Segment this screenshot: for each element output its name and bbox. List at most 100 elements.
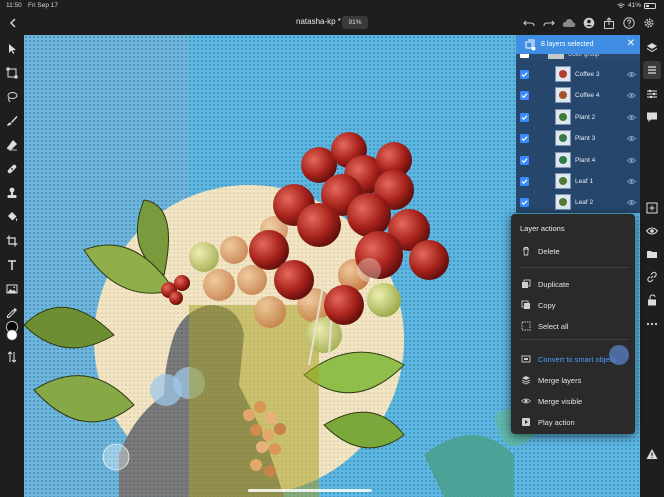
image-icon [6, 284, 18, 294]
comment-icon [647, 112, 657, 122]
layer-checkbox[interactable] [520, 91, 529, 101]
layer-checkbox[interactable] [520, 134, 529, 144]
action-label: Delete [538, 247, 560, 256]
list-view-icon [648, 66, 656, 74]
brush-tool[interactable] [5, 114, 19, 128]
action-play-action[interactable]: Play action [511, 413, 635, 431]
layer-name: Plant 3 [575, 135, 596, 143]
merge-visible-icon [521, 398, 531, 404]
add-layer-button[interactable] [645, 201, 659, 215]
layer-row[interactable]: Coffee 3 [516, 64, 640, 85]
warning-button[interactable] [645, 447, 659, 461]
eye-icon[interactable] [627, 134, 636, 143]
more-button[interactable] [645, 317, 659, 331]
layers-toggle[interactable] [645, 41, 659, 55]
comments-button[interactable] [645, 110, 659, 124]
move-tool[interactable] [5, 42, 19, 56]
layer-checkbox[interactable] [520, 177, 529, 186]
layer-name: Leaf 1 [575, 178, 594, 185]
unlock-icon [648, 294, 656, 306]
layer-checkbox[interactable] [520, 198, 529, 208]
cloud-button[interactable] [562, 16, 576, 30]
swap-icon [7, 351, 17, 363]
top-bar: natasha-kp * 91% [0, 11, 664, 35]
transform-tool[interactable] [5, 66, 19, 80]
lasso-tool[interactable] [5, 90, 19, 104]
eyedropper-tool[interactable] [5, 306, 19, 320]
document-title[interactable]: natasha-kp * [296, 17, 341, 26]
layer-thumbnail [555, 66, 571, 82]
action-delete[interactable]: Delete [511, 242, 635, 260]
undo-icon [523, 20, 535, 27]
zoom-level[interactable]: 91% [342, 16, 368, 29]
layer-checkbox[interactable] [520, 155, 529, 165]
lock-button[interactable] [645, 293, 659, 307]
touch-indicator [609, 345, 629, 365]
top-right-actions [522, 16, 656, 30]
checkmark-icon [521, 93, 528, 99]
duplicate-icon [522, 279, 531, 288]
close-icon[interactable]: ✕ [627, 38, 635, 50]
help-button[interactable] [622, 16, 636, 30]
crop-tool[interactable] [5, 234, 19, 248]
action-label: Merge layers [538, 376, 582, 385]
layer-actions-popover: Layer actions Delete Duplicate Copy Select … [511, 214, 635, 434]
layer-row[interactable]: Plant 3 [516, 128, 640, 149]
properties-button[interactable] [645, 87, 659, 101]
layer-row[interactable]: Plant 2 [516, 107, 640, 128]
action-label: Merge visible [538, 397, 583, 406]
mask-button[interactable] [645, 247, 659, 261]
action-merge-visible[interactable]: Merge visible [511, 392, 635, 410]
tool-bar [0, 35, 24, 497]
layer-checkbox[interactable] [520, 70, 529, 79]
layers-icon [646, 43, 658, 53]
eye-icon[interactable] [627, 156, 636, 165]
action-label: Duplicate [538, 280, 570, 289]
visibility-button[interactable] [645, 224, 659, 238]
back-button[interactable] [6, 16, 20, 30]
invite-button[interactable] [582, 16, 596, 30]
brush-icon [7, 116, 18, 126]
layer-row[interactable]: Leaf 2 [516, 192, 640, 213]
eye-icon[interactable] [627, 113, 636, 122]
action-merge-layers[interactable]: Merge layers [511, 371, 635, 389]
type-tool[interactable] [5, 258, 19, 272]
battery-percent: 41% [627, 2, 641, 9]
layer-list-view[interactable] [643, 61, 661, 79]
share-button[interactable] [602, 16, 616, 30]
swap-colors-button[interactable] [5, 350, 19, 364]
layer-row[interactable]: Plant 4 [516, 150, 640, 171]
layer-row[interactable]: Coffee 4 [516, 85, 640, 106]
link-button[interactable] [645, 270, 659, 284]
layer-thumbnail [555, 87, 571, 104]
action-label: Select all [538, 322, 569, 331]
layer-row[interactable]: Leaf 1 [516, 171, 640, 192]
redo-button[interactable] [542, 16, 556, 30]
sliders-icon [647, 89, 657, 99]
eye-icon[interactable] [627, 91, 636, 100]
popover-title: Layer actions [520, 224, 565, 233]
more-dots-icon [646, 322, 658, 326]
layer-name: Plant 2 [575, 113, 596, 121]
layer-checkbox[interactable] [520, 112, 529, 122]
action-select-all[interactable]: Select all [511, 317, 635, 335]
eye-icon[interactable] [627, 198, 636, 207]
eye-icon[interactable] [627, 70, 636, 79]
paint-bucket-tool[interactable] [5, 210, 19, 224]
layer-thumbnail [555, 130, 571, 147]
action-duplicate[interactable]: Duplicate [511, 275, 635, 293]
healing-tool[interactable] [5, 162, 19, 176]
checkmark-icon [521, 72, 528, 78]
place-image-tool[interactable] [5, 282, 19, 296]
clone-stamp-tool[interactable] [5, 186, 19, 200]
eye-icon[interactable] [627, 177, 636, 186]
action-copy[interactable]: Copy [511, 296, 635, 314]
redo-icon [543, 20, 555, 27]
menu-divider [520, 267, 630, 268]
settings-button[interactable] [642, 16, 656, 30]
eraser-tool[interactable] [5, 138, 19, 152]
undo-button[interactable] [522, 16, 536, 30]
link-icon [647, 271, 657, 283]
color-swatches[interactable] [5, 319, 19, 341]
status-bar: 11:50 Fri Sep 17 41% [0, 0, 664, 11]
